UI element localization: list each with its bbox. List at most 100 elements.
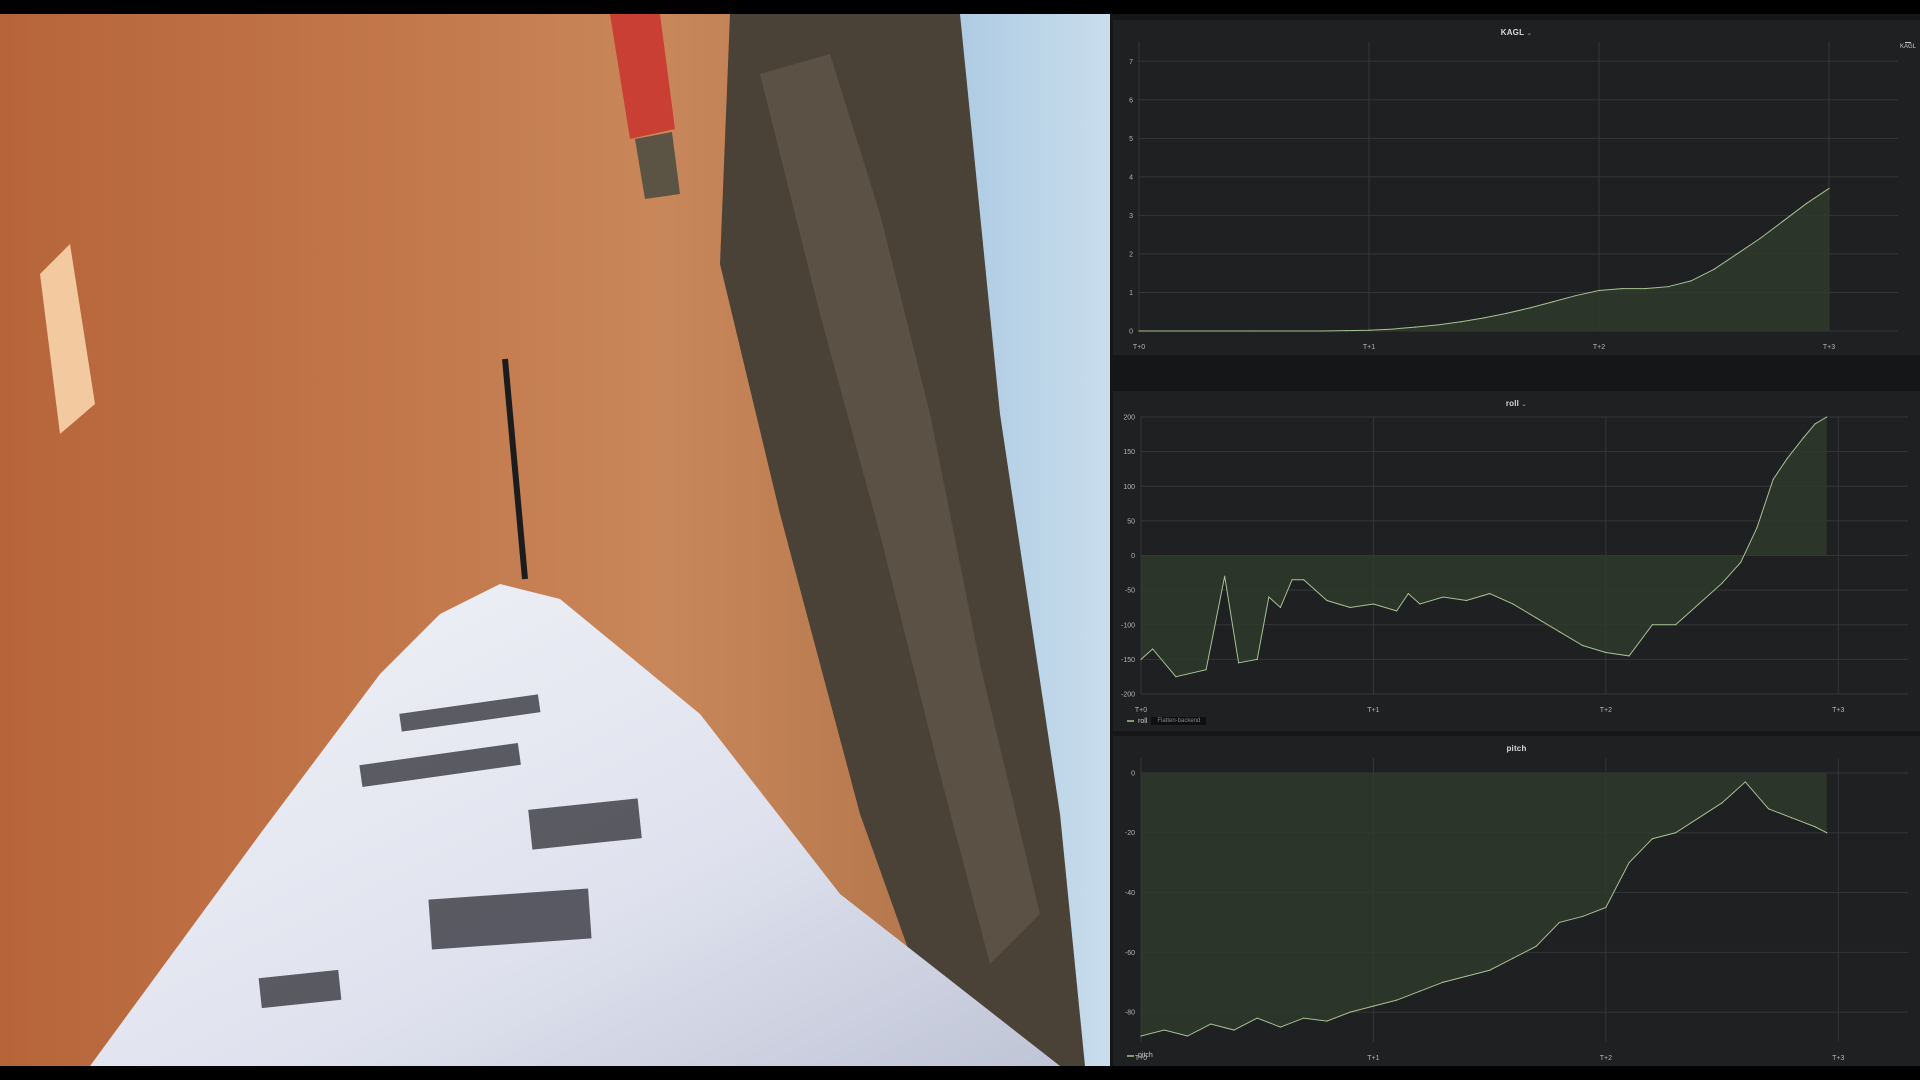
roll-data-point [1291, 579, 1293, 581]
kagl-panel: KAGL ⌄ KAGL 7 6 5 4 3 2 1 0 T+0 T+1 T+2 T+3 [1113, 20, 1920, 355]
pitch-data-point [1698, 817, 1700, 819]
kagl-data-point [1460, 321, 1462, 323]
roll-legend-label: roll [1138, 717, 1148, 725]
kagl-data-point [1437, 324, 1439, 326]
pitch-data-point [1535, 945, 1537, 947]
roll-data-point [1740, 561, 1742, 564]
kagl-data-point [1759, 237, 1761, 240]
pitch-data-point [1791, 817, 1793, 819]
pitch-y-tick-label: -20 [1125, 830, 1135, 837]
kagl-y-tick-label: 1 [1129, 290, 1133, 297]
roll-data-point [1372, 603, 1375, 605]
pitch-panel: pitch 0 -20 -40 -60 -80 T+0 T+1 T+2 T+3 pitch [1113, 736, 1920, 1066]
pitch-x-tick-label: T+1 [1367, 1055, 1379, 1062]
kagl-data-point [1713, 268, 1715, 270]
roll-data-point [1396, 610, 1398, 612]
roll-chart[interactable]: 200 150 100 50 0 -50 -100 -150 -200 T+0 T+1 T+2 T+3 [1113, 391, 1920, 731]
kagl-chart[interactable]: 7 6 5 4 3 2 1 0 T+0 T+1 T+2 T+3 [1113, 20, 1920, 355]
kagl-data-point [1391, 328, 1393, 330]
kagl-x-tick-label: T+2 [1593, 344, 1605, 351]
roll-x-tick-label: T+3 [1832, 707, 1844, 714]
kagl-y-tick-label: 0 [1129, 329, 1133, 336]
pitch-data-point [1605, 906, 1607, 909]
kagl-data-point [1506, 312, 1508, 314]
roll-data-point [1814, 423, 1816, 425]
kagl-data-point [1322, 330, 1324, 332]
roll-data-point [1205, 669, 1207, 671]
kagl-data-point [1552, 301, 1554, 303]
pitch-chart[interactable]: 0-20-40-60-80T+0 T+1 T+2 T+3 [1113, 736, 1920, 1066]
pitch-data-point [1512, 957, 1514, 959]
roll-data-point [1582, 644, 1584, 647]
pitch-data-point [1826, 832, 1828, 834]
roll-data-point [1256, 658, 1258, 660]
roll-y-tick-label: 0 [1131, 553, 1135, 560]
roll-data-point [1224, 575, 1226, 577]
pitch-data-point [1163, 1029, 1165, 1031]
pitch-data-point [1349, 1011, 1351, 1013]
pitch-legend-swatch [1127, 1054, 1134, 1057]
pitch-data-point [1396, 999, 1398, 1001]
roll-data-point [1786, 457, 1788, 460]
roll-data-point [1756, 527, 1758, 529]
roll-y-tick-label: -50 [1125, 588, 1135, 595]
kagl-x-tick-label: T+3 [1823, 344, 1835, 351]
roll-y-tick-label: 150 [1123, 449, 1135, 456]
roll-data-point [1605, 651, 1607, 654]
kagl-data-point [1529, 307, 1531, 309]
onboard-camera-feed [0, 14, 1110, 1066]
kagl-data-point [1621, 288, 1623, 290]
pitch-data-point [1442, 981, 1444, 983]
pitch-legend[interactable]: pitch [1127, 1052, 1153, 1059]
roll-data-point [1238, 662, 1240, 664]
kagl-x-tick-label: T+0 [1133, 344, 1145, 351]
kagl-data-point [1368, 329, 1370, 331]
roll-x-tick-label: T+1 [1367, 707, 1379, 714]
roll-y-tick-label: -200 [1121, 692, 1135, 699]
kagl-data-point [1690, 280, 1692, 282]
roll-data-point [1465, 599, 1467, 602]
roll-data-point [1140, 658, 1142, 660]
pitch-data-point [1558, 921, 1560, 924]
roll-data-point [1721, 582, 1723, 584]
roll-legend-tab[interactable]: Flatten-backend [1151, 717, 1207, 725]
roll-y-tick-label: 50 [1127, 518, 1135, 525]
roll-data-point [1314, 589, 1316, 591]
roll-data-point [1326, 599, 1328, 602]
pitch-data-point [1744, 781, 1746, 783]
pitch-y-tick-label: -60 [1125, 950, 1135, 957]
pitch-data-point [1628, 862, 1630, 864]
top-letterbox [0, 0, 1920, 14]
pitch-data-point [1419, 990, 1421, 992]
roll-legend[interactable]: roll Flatten-backend [1127, 717, 1207, 725]
roll-data-point [1628, 655, 1630, 657]
pitch-x-tick-label: T+2 [1600, 1055, 1612, 1062]
kagl-data-point [1805, 203, 1807, 205]
roll-data-point [1407, 592, 1409, 595]
kagl-data-point [1483, 317, 1485, 319]
roll-data-point [1442, 596, 1444, 598]
camera-image [0, 14, 1110, 1066]
bottom-letterbox [0, 1066, 1920, 1080]
roll-y-tick-label: 200 [1123, 415, 1135, 422]
roll-y-tick-label: 100 [1123, 484, 1135, 491]
pitch-data-point [1186, 1035, 1189, 1037]
kagl-data-point [1253, 330, 1255, 332]
kagl-data-point [1644, 288, 1646, 290]
roll-data-point [1826, 416, 1828, 418]
kagl-data-point [1828, 187, 1830, 190]
roll-data-point [1651, 624, 1653, 626]
kagl-data-point [1138, 330, 1140, 332]
pitch-data-point [1140, 1035, 1142, 1037]
roll-series-area [1141, 417, 1827, 677]
roll-data-point [1772, 478, 1774, 480]
pitch-legend-label: pitch [1138, 1052, 1153, 1059]
roll-data-point [1303, 579, 1305, 581]
roll-data-point [1558, 631, 1560, 633]
pitch-data-point [1372, 1005, 1375, 1007]
roll-data-point [1349, 606, 1351, 609]
roll-x-tick-label: T+2 [1600, 707, 1612, 714]
kagl-y-tick-label: 6 [1129, 97, 1133, 104]
pitch-y-tick-label: -80 [1125, 1010, 1135, 1017]
roll-data-point [1512, 603, 1514, 605]
